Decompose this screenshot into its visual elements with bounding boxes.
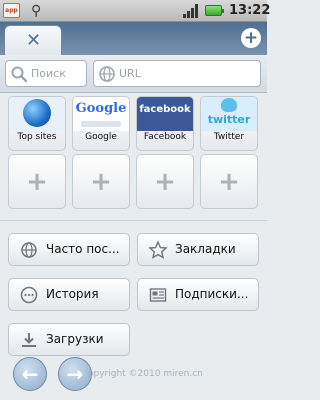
globe-icon xyxy=(23,99,51,127)
twitter-thumbnail: twitter xyxy=(201,97,257,131)
facebook-thumbnail: facebook xyxy=(137,97,193,131)
speed-dial-label: Google xyxy=(85,132,117,142)
speed-dial-top-sites[interactable]: Top sites xyxy=(8,96,66,151)
subscriptions-button[interactable]: Подписки... xyxy=(137,278,259,311)
divider xyxy=(0,220,267,221)
globe-icon xyxy=(21,242,37,258)
arrow-left-icon: ← xyxy=(21,362,39,386)
back-button[interactable]: ← xyxy=(13,357,47,391)
history-button[interactable]: История xyxy=(8,278,130,311)
usb-icon: ⚲ xyxy=(31,3,42,19)
add-speed-dial-button[interactable]: + xyxy=(200,154,258,209)
search-placeholder: Поиск xyxy=(31,67,66,80)
tab-strip: ✕ + xyxy=(0,22,267,55)
app-notification-icon: app xyxy=(3,3,20,18)
bookmarks-label: Закладки xyxy=(175,242,236,256)
speed-dial-label: Twitter xyxy=(213,132,245,142)
search-icon xyxy=(11,66,28,83)
copyright-text: opyright ©2010 miren.cn xyxy=(88,369,203,379)
new-tab-button[interactable]: + xyxy=(241,28,261,48)
top-sites-thumbnail xyxy=(9,97,65,131)
url-placeholder: URL xyxy=(119,67,141,80)
twitter-logo: twitter xyxy=(207,113,251,126)
speed-dial-label: Top sites xyxy=(17,132,57,142)
search-input[interactable]: Поиск xyxy=(5,60,87,87)
downloads-label: Загрузки xyxy=(46,332,104,346)
plus-icon: + xyxy=(90,166,112,197)
speed-dial-facebook[interactable]: facebook Facebook xyxy=(136,96,194,151)
close-tab-icon[interactable]: ✕ xyxy=(26,29,41,53)
browser-tab[interactable]: ✕ xyxy=(4,25,62,55)
google-thumbnail: Google xyxy=(73,97,129,131)
plus-icon: + xyxy=(26,166,48,197)
signal-icon xyxy=(183,4,198,18)
history-bubble-icon xyxy=(20,286,38,304)
google-logo: Google xyxy=(75,101,127,116)
frequent-sites-label: Часто пос... xyxy=(46,242,120,256)
speed-dial-google[interactable]: Google Google xyxy=(72,96,130,151)
subscriptions-label: Подписки... xyxy=(175,287,249,301)
history-label: История xyxy=(46,287,99,301)
battery-icon xyxy=(205,5,224,16)
plus-icon: + xyxy=(218,166,240,197)
frequent-sites-button[interactable]: Часто пос... xyxy=(8,233,130,266)
speed-dial-label: Facebook xyxy=(143,132,187,142)
add-speed-dial-button[interactable]: + xyxy=(8,154,66,209)
arrow-right-icon: → xyxy=(66,362,84,386)
facebook-logo: facebook xyxy=(139,104,191,115)
twitter-bird-icon xyxy=(221,98,237,112)
add-speed-dial-button[interactable]: + xyxy=(136,154,194,209)
globe-icon xyxy=(99,66,115,82)
bookmarks-button[interactable]: Закладки xyxy=(137,233,259,266)
clock: 13:22 xyxy=(229,3,271,18)
forward-button[interactable]: → xyxy=(58,357,92,391)
star-icon xyxy=(148,240,168,259)
news-icon xyxy=(149,288,167,302)
speed-dial-twitter[interactable]: twitter Twitter xyxy=(200,96,258,151)
downloads-button[interactable]: Загрузки xyxy=(8,323,130,356)
url-input[interactable]: URL xyxy=(93,60,261,87)
plus-icon: + xyxy=(154,166,176,197)
status-bar: app ⚲ 13:22 xyxy=(0,0,271,22)
add-speed-dial-button[interactable]: + xyxy=(72,154,130,209)
download-icon xyxy=(22,333,36,347)
address-bar: Поиск URL xyxy=(0,55,267,93)
